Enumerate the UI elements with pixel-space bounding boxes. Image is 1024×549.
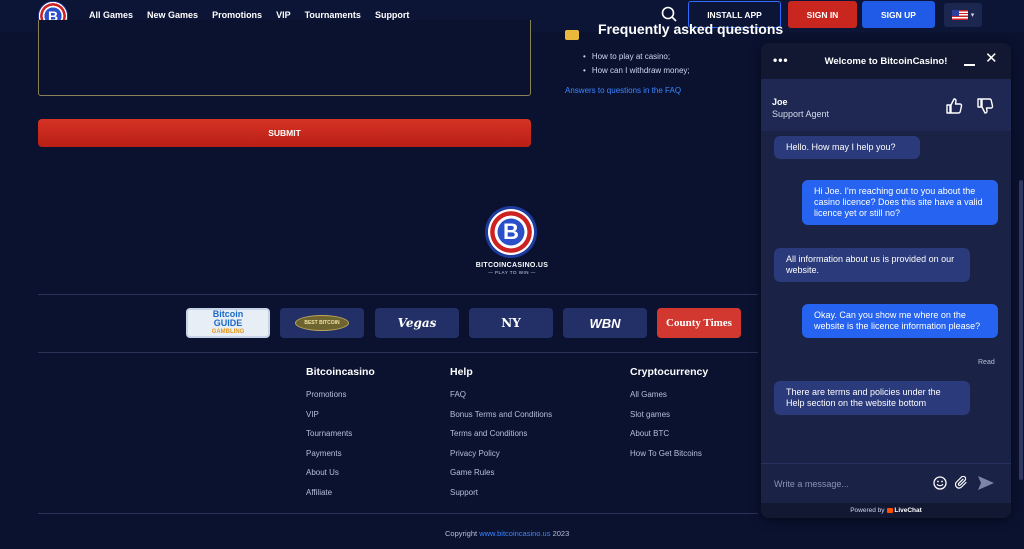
close-icon[interactable]: ✕ (985, 51, 998, 66)
chat-input-placeholder: Write a message... (774, 479, 849, 489)
attachment-icon[interactable] (955, 476, 969, 490)
chevron-down-icon: ▾ (970, 12, 975, 19)
thumbs-up-icon[interactable] (945, 97, 963, 115)
footer-col-cryptocurrency: Cryptocurrency All Games Slot games Abou… (630, 366, 708, 468)
livechat-brand: LiveChat (894, 507, 922, 514)
footer-link[interactable]: VIP (306, 410, 375, 419)
partner-label: GUIDE (213, 317, 243, 328)
chat-message-agent: There are terms and policies under the H… (774, 381, 970, 415)
footer-link[interactable]: Slot games (630, 410, 708, 419)
scrollbar-thumb[interactable] (1019, 180, 1023, 480)
faq-list: How to play at casino; How can I withdra… (583, 52, 690, 80)
divider (38, 513, 758, 514)
faq-title: Frequently asked questions (598, 24, 784, 37)
footer-link[interactable]: Game Rules (450, 468, 552, 477)
footer-col-help: Help FAQ Bonus Terms and Conditions Term… (450, 366, 552, 507)
us-flag-icon (951, 10, 968, 20)
nav-promotions[interactable]: Promotions (212, 10, 262, 20)
site-link[interactable]: www.bitcoincasino.us (479, 529, 550, 538)
partner-county-times[interactable]: County Times (657, 308, 741, 338)
message-textarea[interactable] (38, 20, 531, 96)
faq-item[interactable]: How to play at casino; (583, 52, 690, 61)
footer-col-bitcoincasino: Bitcoincasino Promotions VIP Tournaments… (306, 366, 375, 507)
chat-message-user: Okay. Can you show me where on the websi… (802, 304, 998, 338)
footer-link[interactable]: Bonus Terms and Conditions (450, 410, 552, 419)
chat-message-user: Hi Joe. I'm reaching out to you about th… (802, 180, 998, 225)
divider (38, 352, 758, 353)
powered-prefix: Powered by (850, 507, 885, 514)
brand-name: BITCOINCASINO.US (475, 262, 549, 269)
footer-link[interactable]: Terms and Conditions (450, 429, 552, 438)
chat-message-agent: All information about us is provided on … (774, 248, 970, 282)
agent-bar: Joe Support Agent (761, 79, 1011, 131)
partner-wbn[interactable]: WBN (563, 308, 647, 338)
faq-item[interactable]: How can I withdraw money; (583, 66, 690, 75)
nav-tournaments[interactable]: Tournaments (305, 10, 361, 20)
read-receipt: Read (978, 359, 995, 366)
nav-support[interactable]: Support (374, 10, 409, 26)
partner-label: BEST BITCOIN (295, 315, 349, 331)
footer-link[interactable]: All Games (630, 390, 708, 399)
footer-link[interactable]: Tournaments (306, 429, 375, 438)
copyright: Copyright www.bitcoincasino.us 2023 (445, 529, 569, 538)
minimize-icon[interactable] (964, 55, 975, 66)
footer-link[interactable]: Promotions (306, 390, 375, 399)
divider (38, 294, 758, 295)
powered-by-livechat[interactable]: Powered by LiveChat (761, 503, 1011, 518)
partner-ny[interactable]: NY (469, 308, 553, 338)
search-icon[interactable] (661, 6, 677, 22)
thumbs-down-icon[interactable] (976, 97, 994, 115)
agent-name: Joe (772, 97, 788, 107)
chat-message-input[interactable]: Write a message... (761, 463, 1011, 503)
agent-role: Support Agent (772, 109, 830, 119)
footer-link[interactable]: Privacy Policy (450, 449, 552, 458)
footer-link[interactable]: Affiliate (306, 488, 375, 497)
partner-best-bitcoin[interactable]: BEST BITCOIN (280, 308, 364, 338)
language-selector[interactable]: ▾ (944, 3, 982, 27)
question-bubble-icon (565, 30, 579, 40)
footer-link[interactable]: About Us (306, 468, 375, 477)
footer-link[interactable]: Support (450, 488, 552, 497)
brand-tagline: — PLAY TO WIN — (488, 270, 536, 275)
logo-letter: B (503, 219, 519, 244)
nav-vip[interactable]: VIP (276, 10, 291, 20)
submit-button[interactable]: SUBMIT (38, 119, 531, 147)
send-icon[interactable] (977, 475, 995, 491)
footer-col-title: Help (450, 366, 473, 378)
copyright-year: 2023 (550, 529, 570, 538)
nav-new-games[interactable]: New Games (147, 10, 198, 20)
chat-header: ••• Welcome to BitcoinCasino! ✕ (761, 43, 1011, 79)
chat-message-agent: Hello. How may I help you? (774, 136, 920, 159)
footer-link[interactable]: About BTC (630, 429, 708, 438)
partner-label: GAMBLING (211, 328, 245, 335)
emoji-icon[interactable] (933, 476, 947, 490)
footer-col-title: Bitcoincasino (306, 366, 375, 378)
footer-link[interactable]: FAQ (450, 390, 552, 399)
footer-col-title: Cryptocurrency (630, 366, 709, 378)
sign-in-button[interactable]: SIGN IN (788, 1, 857, 28)
livechat-window: ••• Welcome to BitcoinCasino! ✕ Joe Supp… (761, 43, 1011, 518)
nav-all-games[interactable]: All Games (89, 10, 133, 20)
footer-link[interactable]: Payments (306, 449, 375, 458)
livechat-logo-icon (887, 508, 894, 513)
partner-vegas[interactable]: Vegas (375, 308, 459, 338)
footer-logo: B (485, 206, 537, 258)
sign-up-button[interactable]: SIGN UP (862, 1, 935, 28)
copyright-prefix: Copyright (445, 529, 480, 538)
partner-bitcoin-gambling-guide[interactable]: Bitcoin GUIDE GAMBLING (186, 308, 270, 338)
main-nav: All Games New Games Promotions VIP Tourn… (89, 10, 423, 26)
footer-link[interactable]: How To Get Bitcoins (630, 449, 708, 458)
faq-answers-link[interactable]: Answers to questions in the FAQ (565, 86, 681, 95)
